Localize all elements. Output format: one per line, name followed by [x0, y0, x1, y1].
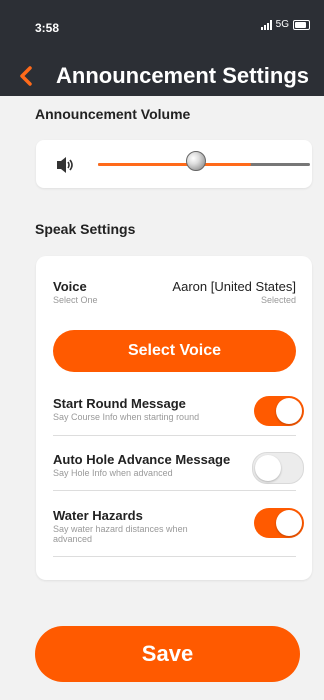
divider — [53, 556, 296, 557]
divider — [53, 435, 296, 436]
selected-voice: Aaron [United States] — [172, 279, 296, 294]
speak-settings-card: Voice Select One Aaron [United States] S… — [36, 256, 312, 580]
setting-title: Water Hazards — [53, 508, 143, 523]
save-button[interactable]: Save — [35, 626, 300, 682]
battery-icon — [293, 19, 310, 30]
chevron-left-icon[interactable] — [16, 64, 36, 88]
speak-settings-heading: Speak Settings — [35, 221, 136, 237]
auto-hole-advance-toggle[interactable] — [252, 452, 304, 484]
phone-screen: 3:58 5G Announcement Settings Announceme… — [0, 0, 324, 700]
status-time: 3:58 — [35, 21, 60, 35]
water-hazards-toggle[interactable] — [254, 508, 304, 538]
announcement-volume-heading: Announcement Volume — [35, 106, 191, 122]
network-label: 5G — [275, 19, 289, 30]
toggle-knob — [276, 398, 302, 424]
select-voice-button[interactable]: Select Voice — [53, 330, 296, 372]
voice-label: Voice — [53, 279, 87, 294]
toggle-knob — [276, 510, 302, 536]
page-title: Announcement Settings — [56, 63, 310, 88]
navigation-bar: Announcement Settings — [0, 58, 324, 96]
setting-title: Start Round Message — [53, 396, 186, 411]
status-bar: 3:58 5G — [0, 0, 324, 58]
setting-title: Auto Hole Advance Message — [53, 452, 231, 467]
volume-slider-fill — [98, 163, 251, 166]
voice-status: Selected — [260, 295, 296, 305]
setting-subtitle: Say water hazard distances when advanced — [53, 524, 188, 544]
toggle-knob — [255, 455, 281, 481]
status-indicators: 5G — [260, 19, 310, 30]
setting-subtitle: Say Course Info when starting round — [53, 412, 200, 422]
start-round-message-toggle[interactable] — [254, 396, 304, 426]
water-hazards-row: Water Hazards Say water hazard distances… — [53, 508, 304, 558]
voice-sub-label: Select One — [53, 295, 98, 305]
signal-icon — [260, 19, 272, 30]
divider — [53, 490, 296, 491]
auto-hole-advance-row: Auto Hole Advance Message Say Hole Info … — [53, 452, 304, 492]
voice-row: Voice Select One Aaron [United States] S… — [53, 279, 296, 319]
speaker-icon — [57, 157, 73, 173]
setting-subtitle: Say Hole Info when advanced — [53, 468, 173, 478]
volume-card — [36, 140, 312, 188]
start-round-message-row: Start Round Message Say Course Info when… — [53, 396, 304, 436]
volume-slider-thumb[interactable] — [186, 151, 206, 171]
